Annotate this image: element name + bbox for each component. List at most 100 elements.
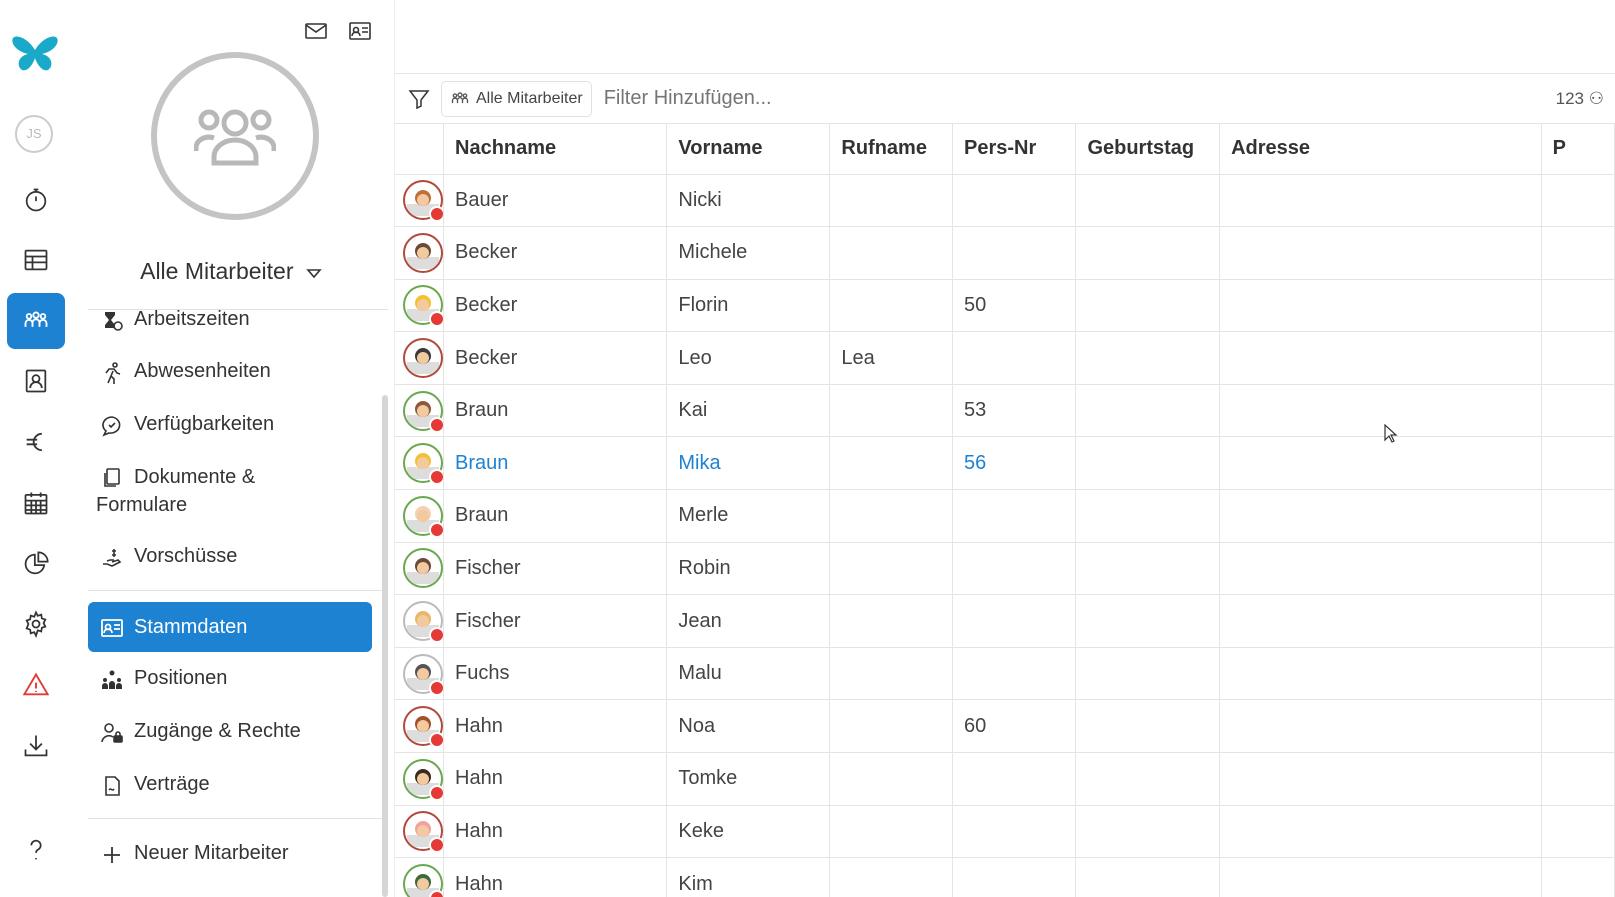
table-row[interactable]: Becker Michele bbox=[395, 226, 1615, 280]
sidebar-item-stammdaten[interactable]: Stammdaten bbox=[88, 602, 372, 652]
avatar[interactable] bbox=[403, 443, 443, 486]
cell-rufname[interactable] bbox=[829, 857, 954, 897]
sidebar-item-positionen[interactable]: Positionen bbox=[100, 667, 380, 692]
table-row[interactable]: Hahn Kim bbox=[395, 857, 1615, 897]
cell-geburtstag[interactable] bbox=[1075, 805, 1221, 859]
calendar-icon[interactable] bbox=[7, 475, 65, 531]
column-header-rufname[interactable]: Rufname bbox=[829, 124, 954, 175]
cell-p[interactable] bbox=[1541, 699, 1615, 754]
column-header-vorname[interactable]: Vorname bbox=[666, 124, 831, 175]
filter-input[interactable] bbox=[603, 87, 1004, 110]
table-row[interactable]: Fischer Jean bbox=[395, 594, 1615, 648]
cell-persnr[interactable] bbox=[952, 647, 1077, 701]
cell-nachname[interactable]: Fischer bbox=[443, 542, 668, 596]
pie-chart-icon[interactable] bbox=[7, 536, 65, 592]
cell-geburtstag[interactable] bbox=[1075, 752, 1221, 806]
table-row[interactable]: Braun Kai 53 bbox=[395, 384, 1615, 438]
avatar[interactable] bbox=[403, 285, 443, 328]
cell-vorname[interactable]: Tomke bbox=[666, 752, 831, 806]
cell-nachname[interactable]: Fischer bbox=[443, 594, 668, 648]
table-row[interactable]: Hahn Keke bbox=[395, 805, 1615, 859]
sidebar-item-abwesenheiten[interactable]: Abwesenheiten bbox=[100, 360, 380, 385]
help-icon[interactable] bbox=[7, 822, 65, 878]
butterfly-logo-icon[interactable] bbox=[10, 30, 60, 80]
cell-vorname[interactable]: Kim bbox=[666, 857, 831, 897]
cell-p[interactable] bbox=[1541, 331, 1615, 385]
avatar[interactable] bbox=[403, 864, 443, 897]
cell-nachname[interactable]: Braun bbox=[443, 384, 668, 438]
cell-nachname[interactable]: Hahn bbox=[443, 805, 668, 859]
table-row[interactable]: Bauer Nicki bbox=[395, 174, 1615, 228]
warning-icon[interactable] bbox=[7, 657, 65, 713]
table-icon[interactable] bbox=[7, 232, 65, 288]
cell-vorname[interactable]: Merle bbox=[666, 489, 831, 543]
cell-nachname[interactable]: Becker bbox=[443, 226, 668, 280]
avatar[interactable] bbox=[403, 548, 443, 589]
team-icon[interactable] bbox=[7, 293, 65, 349]
sidebar-item-vorschuesse[interactable]: Vorschüsse bbox=[100, 545, 380, 570]
cell-adresse[interactable] bbox=[1219, 174, 1542, 228]
cell-adresse[interactable] bbox=[1219, 542, 1542, 596]
avatar[interactable] bbox=[403, 706, 443, 749]
sidebar-item-vertraege[interactable]: Verträge bbox=[100, 773, 380, 798]
table-row[interactable]: Fuchs Malu bbox=[395, 647, 1615, 701]
cell-adresse[interactable] bbox=[1219, 594, 1542, 648]
cell-persnr[interactable] bbox=[952, 752, 1077, 806]
cell-vorname[interactable]: Florin bbox=[666, 279, 831, 333]
cell-rufname[interactable]: Lea bbox=[829, 331, 954, 385]
table-row[interactable]: Braun Merle bbox=[395, 489, 1615, 543]
new-employee-button[interactable]: Neuer Mitarbeiter bbox=[100, 842, 380, 867]
cell-rufname[interactable] bbox=[829, 752, 954, 806]
mail-icon[interactable] bbox=[304, 20, 328, 42]
download-icon[interactable] bbox=[7, 718, 65, 774]
table-row[interactable]: Becker Leo Lea bbox=[395, 331, 1615, 385]
avatar[interactable] bbox=[403, 495, 443, 538]
cell-geburtstag[interactable] bbox=[1075, 174, 1221, 228]
cell-geburtstag[interactable] bbox=[1075, 331, 1221, 385]
cell-rufname[interactable] bbox=[829, 805, 954, 859]
cell-persnr[interactable] bbox=[952, 594, 1077, 648]
cell-geburtstag[interactable] bbox=[1075, 857, 1221, 897]
cell-persnr[interactable] bbox=[952, 542, 1077, 596]
user-avatar[interactable]: JS bbox=[15, 115, 53, 153]
cell-adresse[interactable] bbox=[1219, 331, 1542, 385]
cell-adresse[interactable] bbox=[1219, 805, 1542, 859]
cell-adresse[interactable] bbox=[1219, 857, 1542, 897]
column-header-persnr[interactable]: Pers-Nr bbox=[952, 124, 1077, 175]
cell-adresse[interactable] bbox=[1219, 436, 1542, 491]
table-row[interactable]: Becker Florin 50 bbox=[395, 279, 1615, 333]
avatar[interactable] bbox=[403, 601, 443, 644]
cell-persnr[interactable]: 56 bbox=[952, 436, 1077, 491]
cell-p[interactable] bbox=[1541, 384, 1615, 438]
avatar[interactable] bbox=[403, 811, 443, 854]
id-card-icon[interactable] bbox=[348, 20, 372, 42]
avatar[interactable] bbox=[403, 758, 443, 801]
cell-p[interactable] bbox=[1541, 857, 1615, 897]
stopwatch-icon[interactable] bbox=[7, 172, 65, 228]
cell-rufname[interactable] bbox=[829, 594, 954, 648]
cell-nachname[interactable]: Braun bbox=[443, 436, 668, 491]
cell-geburtstag[interactable] bbox=[1075, 384, 1221, 438]
column-header-nachname[interactable]: Nachname bbox=[443, 124, 668, 175]
group-selector[interactable]: Alle Mitarbeiter bbox=[68, 258, 394, 285]
cell-adresse[interactable] bbox=[1219, 647, 1542, 701]
cell-geburtstag[interactable] bbox=[1075, 226, 1221, 280]
cell-geburtstag[interactable] bbox=[1075, 436, 1221, 491]
avatar[interactable] bbox=[403, 338, 443, 379]
cell-vorname[interactable]: Malu bbox=[666, 647, 831, 701]
filter-chip-all-employees[interactable]: Alle Mitarbeiter bbox=[441, 80, 592, 117]
cell-adresse[interactable] bbox=[1219, 279, 1542, 333]
cell-adresse[interactable] bbox=[1219, 489, 1542, 543]
cell-geburtstag[interactable] bbox=[1075, 647, 1221, 701]
cell-nachname[interactable]: Hahn bbox=[443, 752, 668, 806]
sidebar-item-dokumente[interactable]: Dokumente & Formulare bbox=[96, 465, 376, 517]
cell-geburtstag[interactable] bbox=[1075, 489, 1221, 543]
cell-rufname[interactable] bbox=[829, 436, 954, 491]
table-row[interactable]: Hahn Tomke bbox=[395, 752, 1615, 806]
cell-vorname[interactable]: Jean bbox=[666, 594, 831, 648]
cell-p[interactable] bbox=[1541, 174, 1615, 228]
cell-geburtstag[interactable] bbox=[1075, 279, 1221, 333]
cell-rufname[interactable] bbox=[829, 174, 954, 228]
cell-persnr[interactable] bbox=[952, 805, 1077, 859]
column-header-geburtstag[interactable]: Geburtstag bbox=[1075, 124, 1221, 175]
